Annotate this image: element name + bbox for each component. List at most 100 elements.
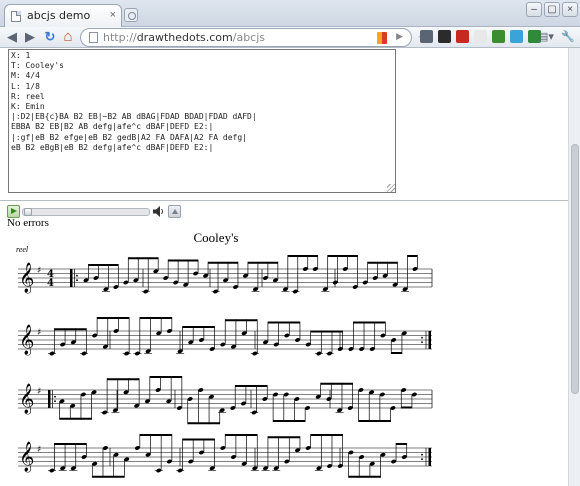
note-beam bbox=[310, 434, 343, 436]
url-text: http://drawthedots.com/abcjs bbox=[103, 31, 266, 44]
volume-icon[interactable] bbox=[153, 206, 165, 217]
repeat-dot bbox=[54, 400, 56, 403]
page-favicon-icon bbox=[11, 11, 21, 22]
note-beam bbox=[348, 475, 381, 478]
divider bbox=[0, 200, 568, 201]
playback-progress-slider[interactable] bbox=[22, 208, 150, 216]
repeat-dot bbox=[421, 341, 423, 344]
note-beam bbox=[396, 443, 407, 445]
window-controls: – ▢ × bbox=[526, 2, 578, 17]
browser-toolbar: ◀ ▶ ↻ ⌂ http://drawthedots.com/abcjs ▶ ☆… bbox=[0, 27, 580, 59]
twitter-extension-icon[interactable] bbox=[510, 30, 523, 43]
note-beam bbox=[310, 330, 343, 333]
reload-button[interactable]: ↻ bbox=[42, 29, 58, 45]
feed-extension-icon[interactable] bbox=[492, 30, 505, 43]
note-beam bbox=[97, 317, 130, 319]
note-beam bbox=[247, 261, 278, 264]
repeat-bar-thick bbox=[70, 269, 73, 287]
window-titlebar: abcjs demo × – ▢ × bbox=[0, 0, 580, 27]
sharp-key-signature: ♯ bbox=[37, 445, 41, 455]
tune-title: Cooley's bbox=[194, 230, 239, 245]
note-beam bbox=[92, 475, 125, 478]
close-window-button[interactable]: × bbox=[562, 2, 578, 17]
new-tab-button[interactable] bbox=[124, 8, 138, 22]
repeat-dot bbox=[421, 336, 423, 339]
tools-menu-button[interactable]: 🔧▾ bbox=[560, 29, 576, 59]
repeat-dot bbox=[421, 458, 423, 461]
note-beam bbox=[59, 417, 92, 420]
tune-rhythm: reel bbox=[16, 245, 29, 254]
tab-close-icon[interactable]: × bbox=[110, 9, 116, 21]
treble-clef-icon: 𝄞 bbox=[19, 262, 34, 294]
note-beam bbox=[182, 438, 215, 441]
note-beam bbox=[320, 382, 353, 385]
note-beam bbox=[225, 319, 258, 322]
repeat-dot bbox=[54, 395, 56, 398]
note-beam bbox=[139, 317, 172, 319]
sharp-key-signature: ♯ bbox=[37, 328, 41, 338]
progress-thumb[interactable] bbox=[24, 208, 32, 216]
plus-extension-icon[interactable] bbox=[438, 30, 451, 43]
note-beam bbox=[267, 321, 300, 324]
note-beam bbox=[168, 259, 199, 262]
note-beam bbox=[327, 255, 358, 257]
note-beam bbox=[54, 328, 87, 331]
note-beam bbox=[391, 352, 402, 354]
repeat-bar-thick bbox=[428, 448, 431, 466]
note-beam bbox=[208, 261, 238, 264]
note-beam bbox=[273, 420, 306, 422]
page-action-icon[interactable] bbox=[377, 32, 387, 44]
page-icon bbox=[89, 32, 98, 43]
note-beam bbox=[54, 443, 87, 445]
stop-button[interactable] bbox=[168, 205, 181, 218]
page-menu-button[interactable]: ▤▾ bbox=[538, 29, 554, 45]
address-bar[interactable]: http://drawthedots.com/abcjs ▶ ☆ bbox=[80, 28, 429, 47]
browser-menus: ▤▾ 🔧▾ bbox=[538, 29, 576, 59]
grid-extension-icon[interactable] bbox=[420, 30, 433, 43]
repeat-bar-thick bbox=[428, 331, 431, 349]
minimize-button[interactable]: – bbox=[526, 2, 542, 17]
home-button[interactable]: ⌂ bbox=[60, 29, 76, 45]
textarea-resize-handle[interactable] bbox=[387, 184, 395, 192]
note-beam bbox=[139, 434, 172, 436]
note-beam bbox=[88, 264, 119, 266]
extension-icons bbox=[420, 30, 541, 43]
forward-button[interactable]: ▶ bbox=[22, 29, 38, 45]
note-beam bbox=[353, 321, 386, 324]
time-signature-bottom: 4 bbox=[47, 278, 54, 289]
tab-title: abcjs demo bbox=[27, 9, 91, 22]
note-beam bbox=[358, 420, 391, 422]
page-extension-icon[interactable] bbox=[474, 30, 487, 43]
treble-clef-icon: 𝄞 bbox=[19, 324, 34, 356]
back-button[interactable]: ◀ bbox=[4, 29, 20, 45]
maximize-button[interactable]: ▢ bbox=[544, 2, 560, 17]
note-beam bbox=[225, 434, 258, 436]
note-beam bbox=[267, 436, 300, 439]
note-beam bbox=[107, 378, 140, 381]
scrollbar-thumb[interactable] bbox=[571, 144, 579, 394]
note-beam bbox=[287, 255, 318, 257]
note-beam bbox=[407, 255, 418, 257]
repeat-bar-thick bbox=[48, 390, 51, 408]
sharp-key-signature: ♯ bbox=[37, 266, 41, 276]
treble-clef-icon: 𝄞 bbox=[19, 383, 34, 415]
note-beam bbox=[182, 326, 215, 328]
note-beam bbox=[149, 376, 182, 378]
abc-text-editor[interactable] bbox=[8, 49, 396, 193]
note-beam bbox=[235, 385, 268, 387]
sharp-key-signature: ♯ bbox=[37, 387, 41, 397]
repeat-dot bbox=[76, 279, 78, 282]
treble-clef-icon: 𝄞 bbox=[19, 441, 34, 473]
note-beam bbox=[401, 406, 412, 409]
repeat-dot bbox=[76, 274, 78, 277]
note-beam bbox=[128, 257, 159, 260]
go-icon[interactable]: ▶ bbox=[396, 31, 403, 42]
vertical-scrollbar[interactable] bbox=[568, 48, 580, 486]
note-beam bbox=[187, 422, 220, 425]
sheet-music: Cooley's reel 𝄞 ♯ 44𝄞 ♯𝄞 ♯𝄞 ♯ bbox=[16, 230, 433, 478]
note-beam bbox=[367, 261, 398, 264]
bookmark-extension-icon[interactable] bbox=[456, 30, 469, 43]
page-content: No errors Cooley's reel 𝄞♯44𝄞♯𝄞♯𝄞♯ bbox=[0, 48, 568, 486]
repeat-dot bbox=[421, 453, 423, 456]
browser-tab[interactable]: abcjs demo × bbox=[4, 4, 122, 27]
